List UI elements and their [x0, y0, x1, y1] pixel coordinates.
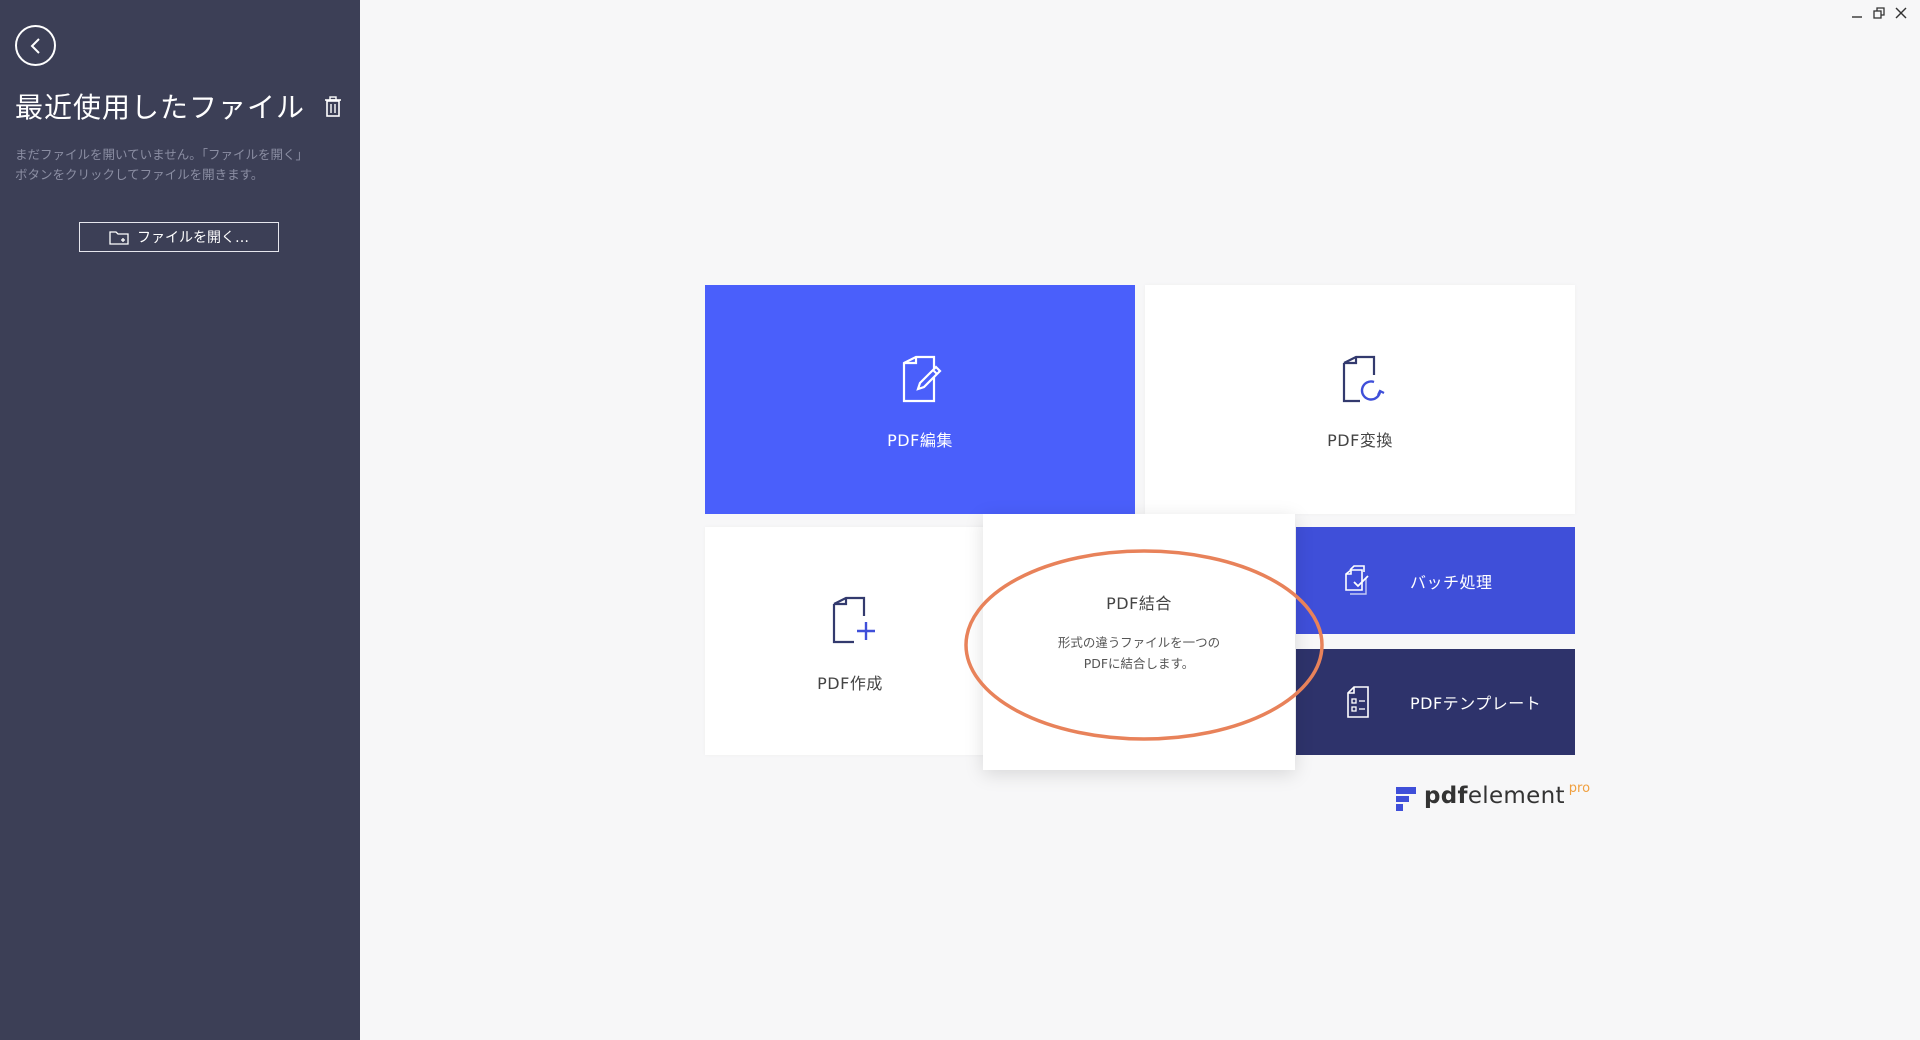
close-button[interactable] [1894, 6, 1908, 20]
recent-files-sidebar: 最近使用したファイル まだファイルを開いていません。「ファイルを開く」ボタンをク… [0, 0, 360, 1040]
batch-process-label: バッチ処理 [1410, 572, 1493, 592]
pdfelement-pro-logo: pdf element pro [1396, 781, 1591, 811]
batch-process-icon [1345, 564, 1369, 595]
pdf-create-label: PDF作成 [817, 674, 883, 693]
chevron-left-icon [30, 37, 40, 54]
brand-edition: pro [1568, 781, 1591, 796]
convert-document-icon [1342, 355, 1385, 402]
close-icon [1895, 7, 1907, 19]
create-document-icon [832, 596, 875, 644]
back-button[interactable] [15, 25, 56, 66]
brand-name-element: element [1467, 783, 1565, 809]
open-file-label: ファイルを開く… [137, 230, 249, 246]
minimize-icon [1852, 16, 1862, 18]
pdf-convert-tile[interactable]: PDF変換 [1145, 285, 1575, 514]
template-icon [1347, 686, 1369, 718]
clear-recent-button[interactable] [323, 96, 343, 118]
pdfelement-logo-icon [1396, 787, 1416, 811]
pdf-combine-label: PDF結合 [1106, 594, 1172, 613]
pdf-combine-description-line2: PDFに結合します。 [1083, 656, 1195, 671]
pdf-combine-description: 形式の違うファイルを一つの PDFに結合します。 [1039, 632, 1239, 674]
edit-document-icon [902, 355, 942, 402]
minimize-button[interactable] [1850, 6, 1864, 20]
pdf-convert-label: PDF変換 [1327, 430, 1393, 450]
empty-recent-message: まだファイルを開いていません。「ファイルを開く」ボタンをクリックしてファイルを開… [15, 147, 309, 182]
pdf-edit-tile[interactable]: PDF編集 [705, 285, 1135, 514]
pdf-create-tile[interactable]: PDF作成 [705, 527, 995, 755]
pdf-edit-label: PDF編集 [887, 430, 953, 450]
pdf-combine-tile[interactable]: PDF結合 形式の違うファイルを一つの PDFに結合します。 [983, 514, 1295, 770]
pdf-combine-description-line1: 形式の違うファイルを一つの [1057, 635, 1221, 650]
folder-icon [109, 231, 129, 245]
restore-icon [1873, 7, 1885, 19]
pdf-template-label: PDFテンプレート [1410, 694, 1542, 713]
trash-icon [325, 96, 341, 117]
pdf-template-tile[interactable]: PDFテンプレート [1296, 649, 1575, 755]
sidebar-title: 最近使用したファイル [15, 91, 306, 124]
open-file-button[interactable]: ファイルを開く… [79, 222, 279, 252]
restore-button[interactable] [1872, 6, 1886, 20]
batch-process-tile[interactable]: バッチ処理 [1296, 527, 1575, 634]
brand-name-pdf: pdf [1424, 783, 1468, 809]
window-controls [1850, 6, 1908, 20]
